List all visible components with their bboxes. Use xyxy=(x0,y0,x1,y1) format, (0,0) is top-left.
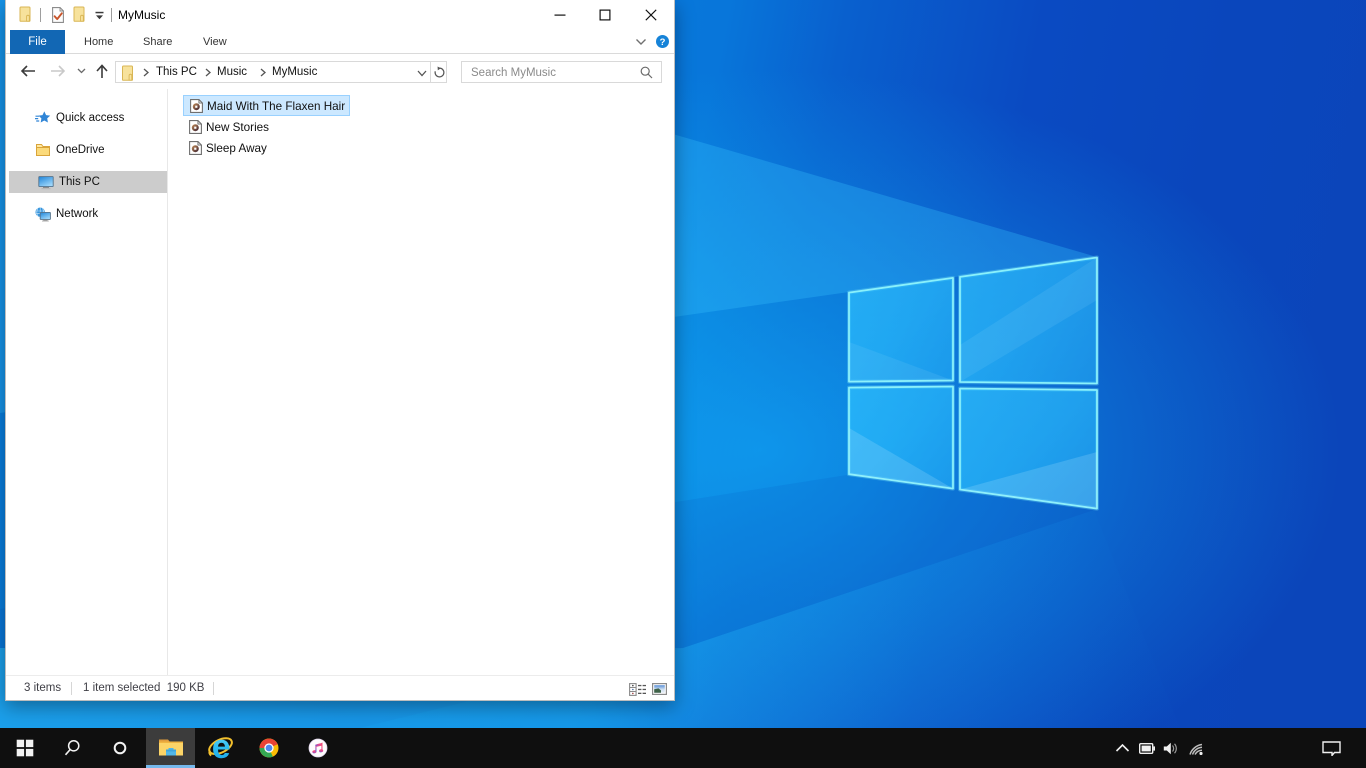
svg-text:?: ? xyxy=(660,37,666,48)
svg-text:e: e xyxy=(212,728,231,766)
